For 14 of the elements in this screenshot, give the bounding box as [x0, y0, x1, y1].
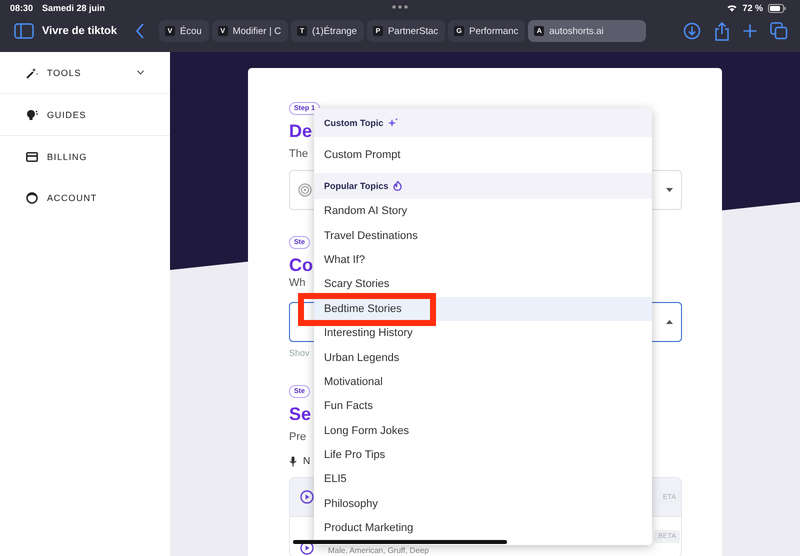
status-date: Samedi 28 juin	[42, 3, 106, 13]
step-description: The	[289, 147, 308, 161]
step-description: Wh	[289, 277, 306, 289]
battery-percent: 72 %	[742, 3, 763, 13]
group-header: Popular Topics	[314, 173, 652, 199]
step-heading: De	[289, 121, 312, 141]
step-heading: Se	[289, 404, 312, 424]
group-header: Custom Topic	[314, 108, 652, 137]
voice-label: N	[303, 456, 310, 467]
voice-description: Male, American, Gruff, Deep	[328, 546, 429, 555]
step-description: Pre	[289, 430, 306, 444]
field-hint: Shov	[289, 348, 310, 359]
step-heading: Co	[289, 255, 313, 275]
status-time: 08:30	[10, 3, 34, 13]
